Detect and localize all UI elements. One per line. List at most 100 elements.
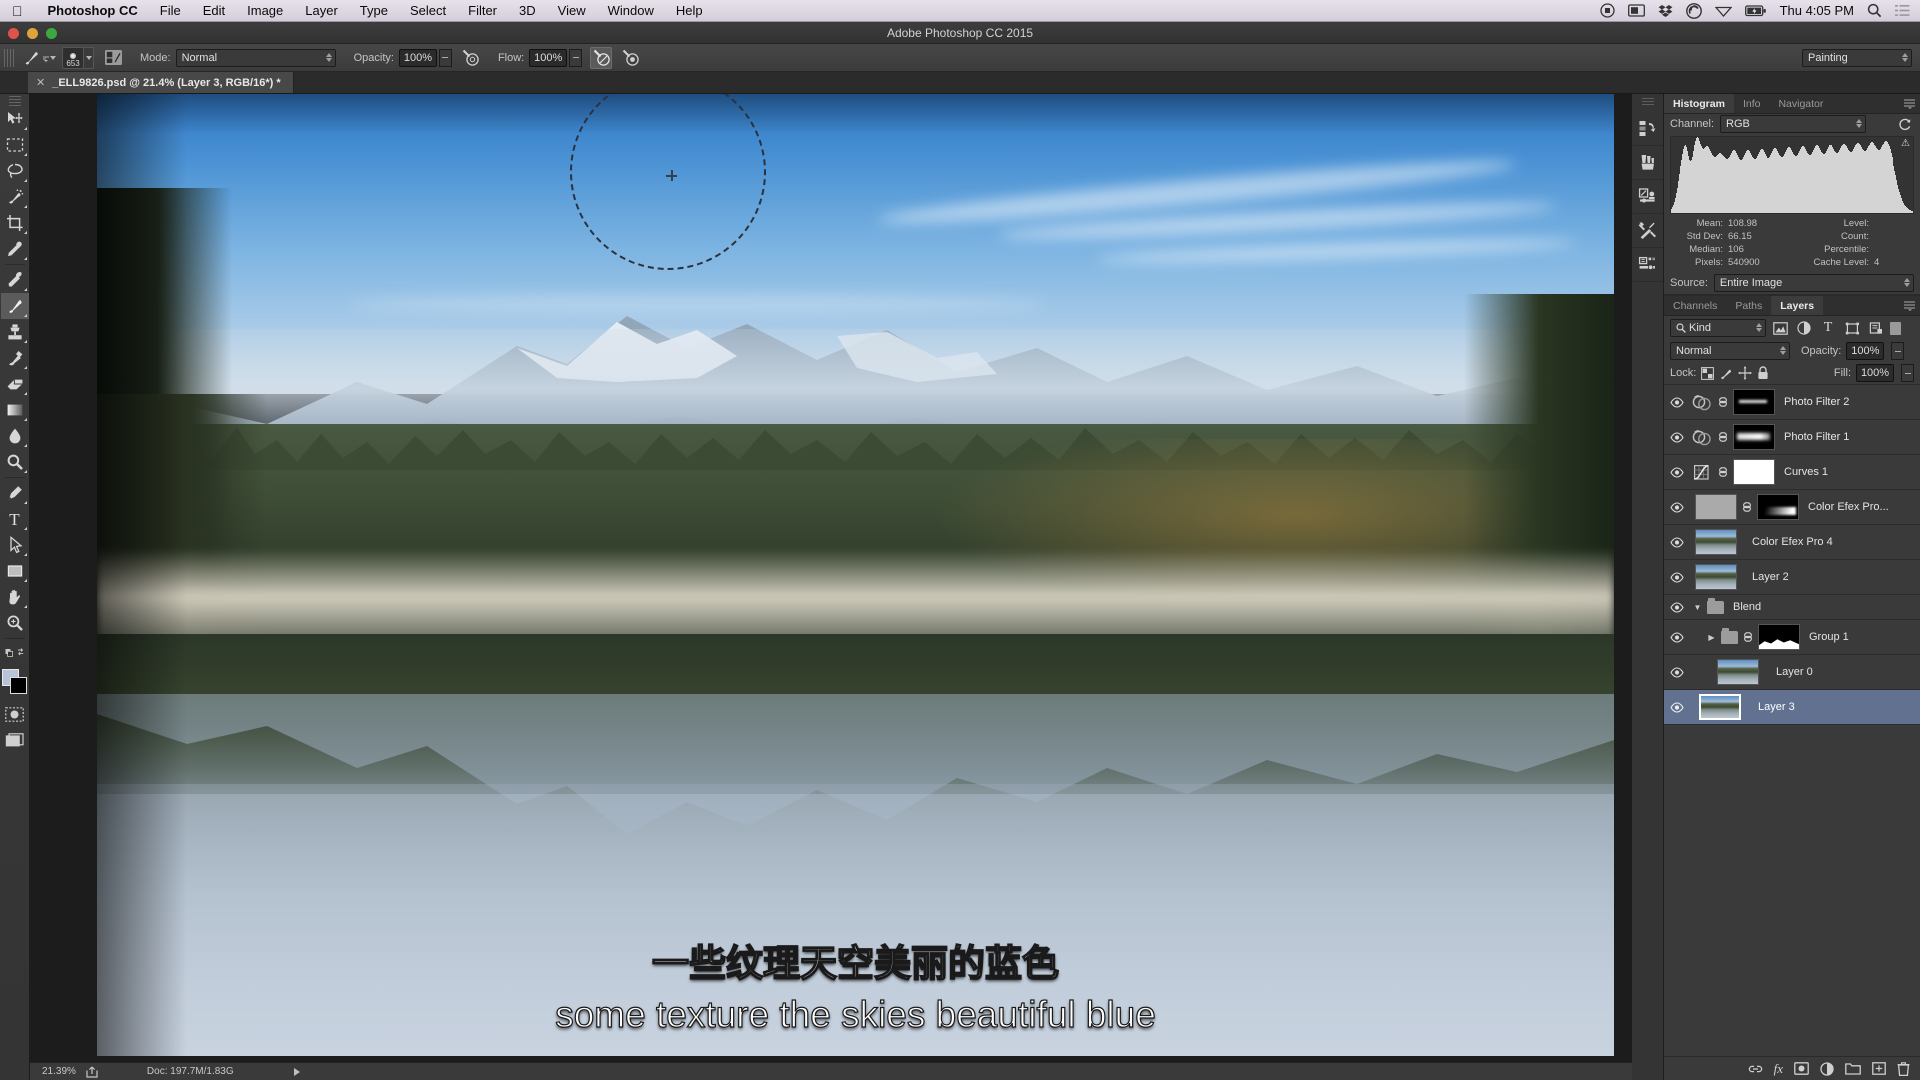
- layer-visibility-toggle[interactable]: [1666, 571, 1688, 583]
- filter-shape-icon[interactable]: [1842, 319, 1862, 337]
- menu-item-image[interactable]: Image: [236, 3, 294, 18]
- document-tab[interactable]: ✕ _ELL9826.psd @ 21.4% (Layer 3, RGB/16*…: [28, 72, 294, 93]
- properties-panel-icon[interactable]: [1632, 248, 1663, 282]
- quick-selection-tool[interactable]: [1, 184, 29, 210]
- menu-item-layer[interactable]: Layer: [294, 3, 349, 18]
- layer-opacity-stepper[interactable]: [1891, 342, 1905, 360]
- history-brush-tool[interactable]: [1, 345, 29, 371]
- blend-mode-select[interactable]: Normal: [175, 48, 336, 67]
- zoom-tool[interactable]: [1, 610, 29, 636]
- crop-tool[interactable]: [1, 210, 29, 236]
- layer-visibility-toggle[interactable]: [1666, 666, 1688, 678]
- color-swatches[interactable]: [1, 669, 28, 695]
- layer-visibility-toggle[interactable]: [1666, 701, 1688, 713]
- creative-cloud-icon[interactable]: [1685, 2, 1702, 19]
- brush-size-preview[interactable]: 653: [62, 46, 84, 69]
- pressure-size-icon[interactable]: [619, 47, 641, 69]
- layer-mask-thumbnail[interactable]: [1758, 624, 1800, 650]
- layer-mask-link-icon[interactable]: [1741, 630, 1755, 644]
- layer-mask-thumbnail[interactable]: [1733, 424, 1775, 450]
- tab-layers[interactable]: Layers: [1771, 296, 1824, 315]
- lasso-tool[interactable]: [1, 158, 29, 184]
- opacity-input[interactable]: 100%: [398, 48, 437, 67]
- screen-mode-icon[interactable]: [1, 727, 29, 753]
- menu-item-window[interactable]: Window: [597, 3, 665, 18]
- options-bar-grip[interactable]: [4, 48, 14, 67]
- menu-item-type[interactable]: Type: [349, 3, 399, 18]
- adjustments-panel-icon[interactable]: [1632, 180, 1663, 214]
- filter-smartobject-icon[interactable]: [1866, 319, 1886, 337]
- filter-pixel-icon[interactable]: [1770, 319, 1790, 337]
- rectangle-tool[interactable]: [1, 558, 29, 584]
- layer-visibility-toggle[interactable]: [1666, 396, 1688, 408]
- dodge-tool[interactable]: [1, 449, 29, 475]
- brush-preset-dropdown[interactable]: [84, 46, 94, 69]
- menu-item-filter[interactable]: Filter: [457, 3, 508, 18]
- filter-toggle-switch[interactable]: [1890, 321, 1901, 335]
- layer-visibility-toggle[interactable]: [1666, 631, 1688, 643]
- menubar-clock[interactable]: Thu 4:05 PM: [1780, 3, 1854, 18]
- layer-name[interactable]: Photo Filter 1: [1778, 431, 1849, 443]
- menu-item-view[interactable]: View: [547, 3, 597, 18]
- layer-visibility-toggle[interactable]: [1666, 466, 1688, 478]
- table-row[interactable]: Photo Filter 2: [1664, 385, 1920, 420]
- lock-image-pixels-icon[interactable]: [1719, 366, 1733, 380]
- layer-thumbnail[interactable]: [1695, 529, 1737, 555]
- layer-thumbnail[interactable]: [1695, 494, 1737, 520]
- layer-thumbnail[interactable]: [1695, 564, 1737, 590]
- refresh-icon[interactable]: [1898, 117, 1912, 131]
- dock-grip[interactable]: [1641, 98, 1654, 106]
- layer-group-name[interactable]: Blend: [1727, 601, 1761, 613]
- layer-mask-thumbnail[interactable]: [1733, 389, 1775, 415]
- gradient-tool[interactable]: [1, 397, 29, 423]
- brush-tool[interactable]: [0, 293, 29, 319]
- tab-histogram[interactable]: Histogram: [1664, 94, 1734, 113]
- flow-input[interactable]: 100%: [529, 48, 568, 67]
- table-row[interactable]: Layer 0: [1664, 655, 1920, 690]
- minimize-window-button[interactable]: [27, 28, 38, 39]
- panel-menu-icon[interactable]: [1904, 98, 1916, 110]
- close-icon[interactable]: ✕: [36, 76, 45, 89]
- layer-mask-thumbnail[interactable]: [1733, 459, 1775, 485]
- opacity-stepper[interactable]: [438, 48, 452, 67]
- table-row[interactable]: Layer 2: [1664, 560, 1920, 595]
- zoom-window-button[interactable]: [46, 28, 57, 39]
- menu-item-edit[interactable]: Edit: [192, 3, 236, 18]
- layer-visibility-toggle[interactable]: [1666, 431, 1688, 443]
- eraser-tool[interactable]: [1, 371, 29, 397]
- table-row[interactable]: ▶ Group 1: [1664, 620, 1920, 655]
- tab-info[interactable]: Info: [1734, 94, 1770, 113]
- close-window-button[interactable]: [8, 28, 19, 39]
- lock-transparent-pixels-icon[interactable]: [1701, 366, 1715, 380]
- layer-mask-link-icon[interactable]: [1716, 465, 1730, 479]
- tool-presets-panel-icon[interactable]: [1632, 214, 1663, 248]
- layer-mask-link-icon[interactable]: [1716, 430, 1730, 444]
- clone-stamp-tool[interactable]: [1, 319, 29, 345]
- add-layer-mask-icon[interactable]: [1794, 1062, 1809, 1075]
- table-row[interactable]: Photo Filter 1: [1664, 420, 1920, 455]
- filter-adjustment-icon[interactable]: [1794, 319, 1814, 337]
- layer-thumbnail[interactable]: [1717, 659, 1759, 685]
- play-icon[interactable]: [293, 1067, 300, 1076]
- table-row[interactable]: Layer 3: [1664, 690, 1920, 725]
- new-adjustment-layer-icon[interactable]: [1820, 1061, 1834, 1076]
- table-row[interactable]: ▼ Blend: [1664, 595, 1920, 620]
- rectangular-marquee-tool[interactable]: [1, 132, 29, 158]
- layer-visibility-toggle[interactable]: [1666, 501, 1688, 513]
- quick-mask-icon[interactable]: [1, 701, 29, 727]
- search-icon[interactable]: [1867, 3, 1882, 18]
- document-canvas[interactable]: 一些纹理天空美丽的蓝色 some texture the skies beaut…: [97, 94, 1614, 1056]
- pen-tool[interactable]: [1, 480, 29, 506]
- layer-mask-link-icon[interactable]: [1716, 395, 1730, 409]
- curves-icon[interactable]: [1691, 464, 1713, 481]
- layer-filter-kind-select[interactable]: Kind: [1670, 319, 1766, 337]
- canvas-area[interactable]: 一些纹理天空美丽的蓝色 some texture the skies beaut…: [30, 94, 1633, 1080]
- layer-visibility-toggle[interactable]: [1666, 601, 1688, 613]
- workspace-select[interactable]: Painting: [1802, 48, 1912, 67]
- layer-name[interactable]: Layer 3: [1744, 701, 1795, 713]
- history-panel-icon[interactable]: [1632, 112, 1663, 146]
- table-row[interactable]: Curves 1: [1664, 455, 1920, 490]
- tab-channels[interactable]: Channels: [1664, 296, 1726, 315]
- apple-logo-icon[interactable]: : [0, 4, 37, 18]
- wifi-icon[interactable]: [1714, 4, 1732, 17]
